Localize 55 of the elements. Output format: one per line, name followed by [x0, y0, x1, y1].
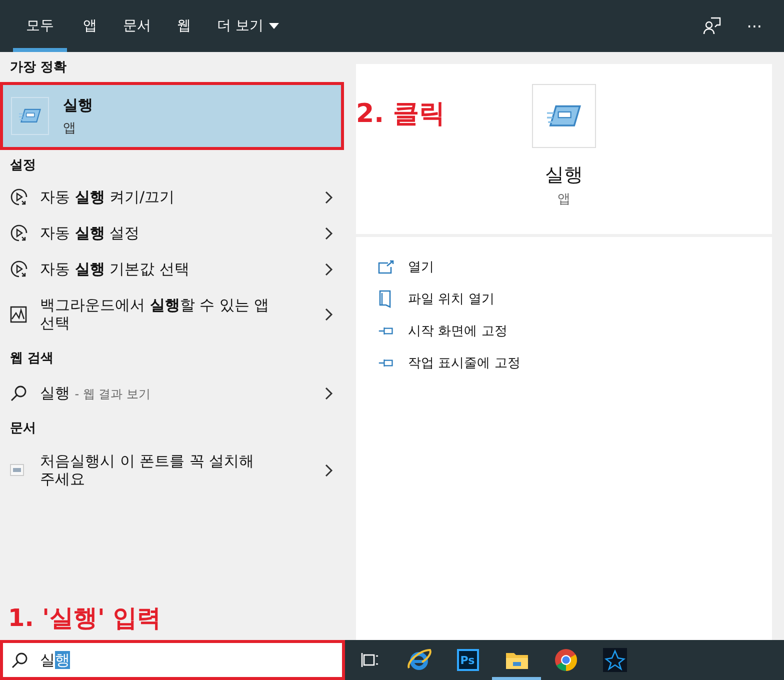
section-header: 가장 정확 — [9, 59, 68, 77]
filter-tab[interactable]: 앱 — [73, 0, 107, 52]
result-text[interactable]: 처음실행시 이 폰트를 꼭 설치해 주세요 — [40, 452, 302, 488]
document-icon — [10, 464, 24, 476]
input-instruction: 1. '실행' 입력 — [7, 603, 162, 634]
section-header: 설정 — [9, 156, 37, 174]
chevron-icon — [325, 226, 333, 240]
autoplay-icon — [10, 188, 28, 206]
result-text[interactable]: 백그라운드에서 실행할 수 있는 앱 선택 — [40, 296, 302, 332]
action-link[interactable]: 시작 화면에 고정 — [408, 322, 508, 340]
section-header: 문서 — [9, 420, 37, 438]
feedback-icon[interactable] — [702, 17, 721, 35]
autoplay-icon — [10, 224, 28, 242]
chart-window-icon — [10, 306, 27, 322]
folder-icon — [504, 650, 528, 670]
run-app-icon — [547, 104, 581, 128]
result-text[interactable]: 자동 실행 기본값 선택 — [40, 260, 302, 278]
task-view-icon — [360, 652, 378, 668]
star-app-icon — [602, 648, 626, 672]
chevron-icon — [325, 262, 333, 276]
chevron-icon — [325, 386, 333, 400]
filter-tab[interactable]: 더 보기 — [207, 0, 290, 52]
search-icon — [11, 652, 28, 668]
app-title: 실행 — [545, 163, 583, 188]
best-match-item[interactable]: 실행 앱 — [0, 82, 344, 150]
app-type: 앱 — [558, 191, 570, 208]
pin-icon — [378, 357, 394, 369]
result-text[interactable]: 실행 - 웹 결과 보기 — [40, 384, 302, 402]
action-link[interactable]: 열기 — [408, 258, 434, 276]
file-location-icon — [378, 290, 392, 308]
pin-icon — [378, 325, 394, 337]
caret-icon — [269, 23, 280, 29]
action-link[interactable]: 작업 표시줄에 고정 — [408, 354, 520, 372]
search-icon — [10, 384, 27, 402]
section-header: 웹 검색 — [9, 350, 55, 368]
chevron-icon — [325, 190, 333, 204]
chrome-icon — [554, 648, 578, 672]
action-link[interactable]: 파일 위치 열기 — [408, 290, 494, 308]
chevron-icon — [325, 464, 333, 476]
run-app-icon — [19, 108, 41, 124]
open-window-icon — [378, 260, 394, 274]
filter-tab[interactable]: 문서 — [113, 0, 161, 52]
app-title: 실행 — [63, 96, 93, 114]
more-button[interactable]: ··· — [742, 16, 766, 36]
taskbar-button[interactable]: Ps — [443, 640, 492, 680]
search-field[interactable]: 실행 — [0, 640, 345, 680]
app-type: 앱 — [63, 120, 77, 136]
photo-editor-icon: Ps — [456, 649, 478, 671]
autoplay-icon — [10, 260, 28, 278]
result-text[interactable]: 자동 실행 설정 — [40, 224, 302, 242]
click-instruction: 2. 클릭 — [356, 98, 446, 131]
filter-tab[interactable]: 웹 — [167, 0, 201, 52]
result-text[interactable]: 자동 실행 켜기/끄기 — [40, 188, 302, 206]
chevron-icon — [325, 308, 333, 320]
browser-e-icon — [406, 648, 432, 672]
